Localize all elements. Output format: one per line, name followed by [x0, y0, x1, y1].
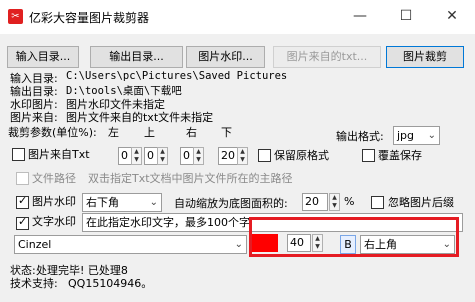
text-watermark-checkbox[interactable]	[16, 215, 29, 230]
app-icon: ✂	[8, 9, 23, 24]
auto-scale-unit: %	[344, 195, 355, 208]
title-bar: ✂ 亿彩大容量图片裁剪器 — ☐ ✕	[0, 0, 475, 34]
support-label: 技术支持:	[10, 277, 58, 290]
output-format-value: jpg	[397, 129, 415, 142]
close-button[interactable]: ✕	[429, 0, 475, 34]
crop-top-spinner[interactable]: ▲ ▼	[157, 147, 168, 165]
maximize-button[interactable]: ☐	[383, 0, 429, 34]
image-watermark-label: 图片水印	[32, 195, 76, 208]
crop-right-label: 右	[186, 126, 197, 139]
chevron-down-icon: ⌄	[149, 197, 158, 208]
auto-scale-spinner[interactable]: ▲ ▼	[329, 193, 340, 211]
input-dir-button[interactable]: 输入目录...	[7, 46, 79, 68]
font-value: Cinzel	[18, 238, 52, 251]
crop-left-input[interactable]: 0	[118, 147, 132, 165]
crop-top-label: 上	[144, 126, 155, 139]
app-window: ✂ 亿彩大容量图片裁剪器 — ☐ ✕ 输入目录... 输出目录... 图片水印.…	[0, 0, 475, 302]
auto-scale-label: 自动缩放为底图面积的:	[174, 197, 288, 210]
keep-format-label: 保留原格式	[274, 149, 329, 162]
chevron-down-icon: ⌄	[234, 239, 243, 250]
overwrite-label: 覆盖保存	[378, 149, 422, 162]
crop-params-label: 裁剪参数(单位%):	[8, 126, 97, 139]
font-select[interactable]: Cinzel ⌄	[14, 235, 247, 254]
file-path-label: 文件路径	[32, 172, 76, 185]
text-watermark-label: 文字水印	[32, 215, 76, 228]
auto-scale-input[interactable]: 20	[302, 193, 328, 211]
watermark-position-select[interactable]: 右下角 ⌄	[82, 193, 162, 212]
output-dir-button[interactable]: 输出目录...	[90, 46, 183, 68]
crop-button[interactable]: 图片裁剪	[386, 46, 464, 68]
chevron-down-icon: ⌄	[427, 130, 436, 141]
from-txt-label: 图片来自Txt	[28, 148, 90, 161]
crop-bottom-input[interactable]: 20	[218, 147, 238, 165]
crop-right-input[interactable]: 0	[180, 147, 194, 165]
ignore-small-label: 忽略图片后缀	[388, 196, 454, 209]
from-txt-checkbox[interactable]	[12, 148, 25, 161]
watermark-position-value: 右下角	[86, 196, 119, 209]
from-txt-button[interactable]: 图片来自的txt...	[273, 46, 381, 68]
keep-format-checkbox[interactable]	[258, 149, 271, 162]
ignore-small-checkbox[interactable]	[371, 196, 384, 209]
output-format-select[interactable]: jpg ⌄	[393, 126, 440, 145]
output-format-label: 输出格式:	[336, 130, 384, 143]
overwrite-checkbox[interactable]	[362, 149, 375, 162]
crop-left-label: 左	[108, 126, 119, 139]
input-dir-value: C:\Users\pc\Pictures\Saved Pictures	[66, 70, 288, 82]
watermark-image-button[interactable]: 图片水印...	[186, 46, 265, 68]
source-value: 图片文件来自的txt文件未指定	[66, 111, 214, 124]
file-path-checkbox[interactable]	[16, 172, 29, 185]
window-title: 亿彩大容量图片裁剪器	[29, 11, 150, 25]
support-value: QQ15104946。	[68, 277, 153, 290]
source-label: 图片来自:	[10, 111, 58, 124]
crop-top-input[interactable]: 0	[144, 147, 158, 165]
file-path-hint[interactable]: 双击指定Txt文档中图片文件所在的主路径	[88, 170, 293, 186]
image-watermark-checkbox[interactable]	[16, 194, 29, 209]
crop-left-spinner[interactable]: ▲ ▼	[131, 147, 142, 165]
crop-bottom-spinner[interactable]: ▲ ▼	[237, 147, 248, 165]
crop-right-spinner[interactable]: ▲ ▼	[193, 147, 204, 165]
highlight-box	[249, 217, 459, 257]
minimize-button[interactable]: —	[337, 0, 383, 34]
crop-bottom-label: 下	[221, 126, 232, 139]
